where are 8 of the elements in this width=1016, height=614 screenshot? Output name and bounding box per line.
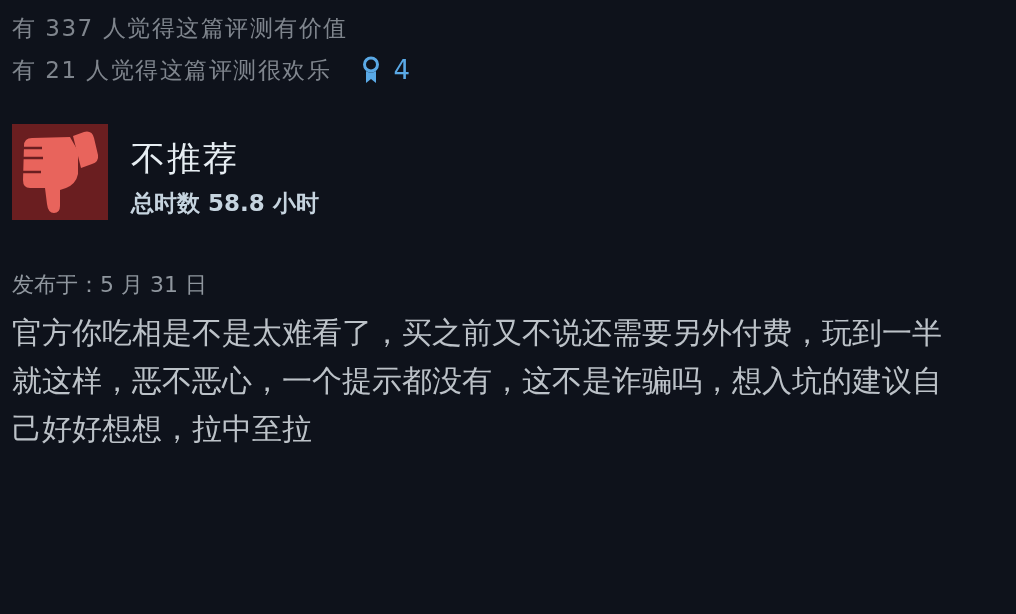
helpful-count-text: 有 337 人觉得这篇评测有价值: [12, 13, 348, 43]
review-body: 官方你吃相是不是太难看了，买之前又不说还需要另外付费，玩到一半就这样，恶不恶心，一个提示都没有，这不是诈骗吗，想入坑的建议自己好好想想，拉中至拉: [12, 314, 943, 448]
verdict-title: 不推荐: [131, 137, 240, 180]
posted-date: 发布于：5 月 31 日: [12, 271, 207, 299]
playtime-text: 总时数 58.8 小时: [131, 189, 319, 218]
award-count: 4: [393, 55, 410, 85]
award-ribbon-icon: [361, 56, 382, 84]
funny-count-text: 有 21 人觉得这篇评测很欢乐: [12, 55, 332, 85]
